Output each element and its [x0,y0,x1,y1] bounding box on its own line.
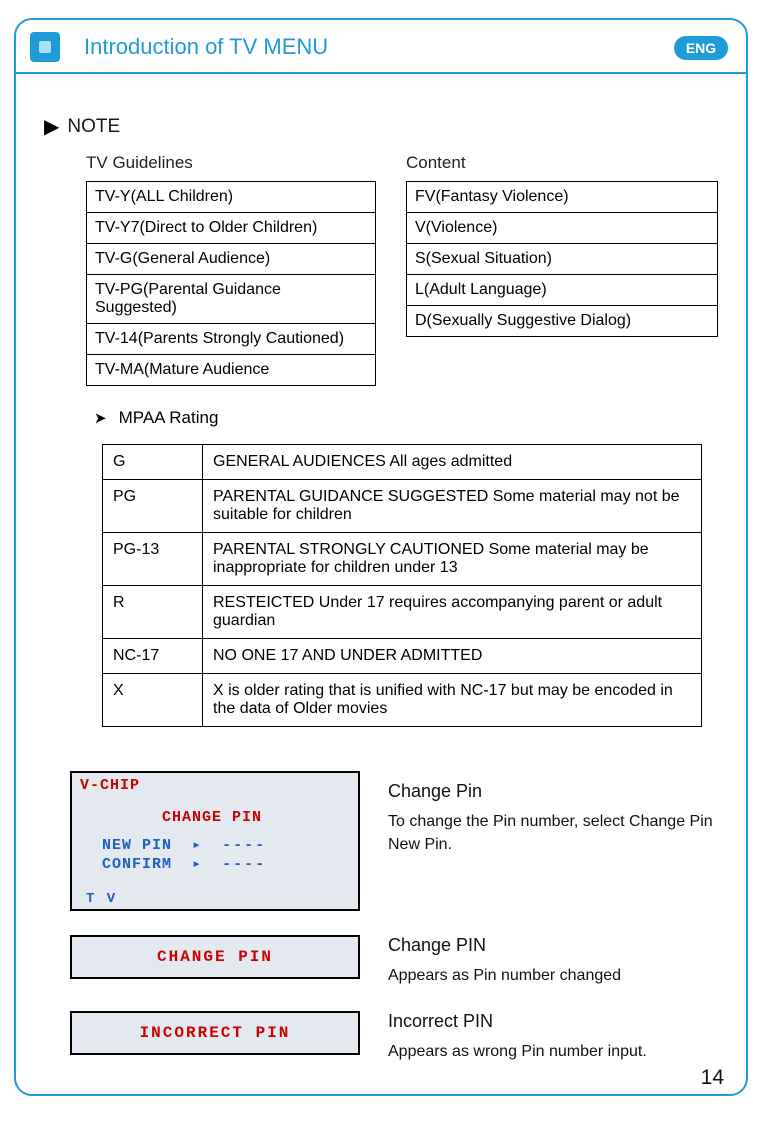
table-row: NC-17NO ONE 17 AND UNDER ADMITTED [103,639,702,674]
incorrect-pin-title: Incorrect PIN [388,1011,718,1032]
vchip-confirm-line: CONFIRM ▸ ---- [102,854,266,873]
confirm-label: CONFIRM [102,856,172,873]
rating-columns: TV Guidelines TV-Y(ALL Children) TV-Y7(D… [86,153,718,386]
dashes: ---- [222,856,266,873]
mpaa-table: GGENERAL AUDIENCES All ages admitted PGP… [102,444,702,727]
mpaa-code: X [103,674,203,727]
page-content: ▶ NOTE TV Guidelines TV-Y(ALL Children) … [16,74,746,1107]
tv-guidelines-column: TV Guidelines TV-Y(ALL Children) TV-Y7(D… [86,153,376,386]
change-pin-screen-label: CHANGE PIN [157,948,273,966]
table-cell: S(Sexual Situation) [407,244,718,275]
table-cell: FV(Fantasy Violence) [407,182,718,213]
change-pin-screen: CHANGE PIN [70,935,360,979]
vchip-title: V-CHIP [80,777,140,794]
page-title: Introduction of TV MENU [84,34,328,60]
table-cell: V(Violence) [407,213,718,244]
table-cell: TV-MA(Mature Audience [87,355,376,386]
table-row: PGPARENTAL GUIDANCE SUGGESTED Some mater… [103,480,702,533]
new-pin-label: NEW PIN [102,837,172,854]
table-row: XX is older rating that is unified with … [103,674,702,727]
mpaa-desc: X is older rating that is unified with N… [203,674,702,727]
content-heading: Content [406,153,718,173]
change-pin-confirm-title: Change PIN [388,935,718,956]
incorrect-pin-row: INCORRECT PIN Incorrect PIN Appears as w… [44,1011,718,1063]
change-pin-row: V-CHIP CHANGE PIN NEW PIN ▸ ---- CONFIRM… [44,771,718,911]
mpaa-desc: NO ONE 17 AND UNDER ADMITTED [203,639,702,674]
page-frame: Introduction of TV MENU ENG ▶ NOTE TV Gu… [14,18,748,1096]
mpaa-desc: PARENTAL STRONGLY CAUTIONED Some materia… [203,533,702,586]
mpaa-label: MPAA Rating [119,408,219,428]
vchip-lines: NEW PIN ▸ ---- CONFIRM ▸ ---- [102,835,266,873]
incorrect-pin-desc: Incorrect PIN Appears as wrong Pin numbe… [388,1011,718,1063]
content-table: FV(Fantasy Violence) V(Violence) S(Sexua… [406,181,718,337]
note-heading: ▶ NOTE [44,114,718,139]
table-row: PG-13PARENTAL STRONGLY CAUTIONED Some ma… [103,533,702,586]
vchip-footer: T V [86,891,117,907]
table-row: GGENERAL AUDIENCES All ages admitted [103,445,702,480]
incorrect-pin-screen: INCORRECT PIN [70,1011,360,1055]
mpaa-code: PG-13 [103,533,203,586]
incorrect-pin-screen-label: INCORRECT PIN [140,1024,291,1042]
mpaa-desc: GENERAL AUDIENCES All ages admitted [203,445,702,480]
header-square-icon [30,32,60,62]
page-header: Introduction of TV MENU ENG [16,20,746,74]
mpaa-heading: ➤ MPAA Rating [94,408,718,428]
change-pin-confirm-row: CHANGE PIN Change PIN Appears as Pin num… [44,935,718,987]
change-pin-confirm-desc: Change PIN Appears as Pin number changed [388,935,718,987]
table-row: RRESTEICTED Under 17 requires accompanyi… [103,586,702,639]
mpaa-code: R [103,586,203,639]
pointer-icon: ▸ [182,856,212,873]
mpaa-code: PG [103,480,203,533]
tv-guidelines-heading: TV Guidelines [86,153,376,173]
change-pin-title: Change Pin [388,781,718,802]
mpaa-code: G [103,445,203,480]
arrow-right-icon: ➤ [94,409,107,427]
triangle-right-icon: ▶ [44,114,59,139]
table-cell: TV-14(Parents Strongly Cautioned) [87,324,376,355]
change-pin-confirm-body: Appears as Pin number changed [388,964,718,987]
incorrect-pin-body: Appears as wrong Pin number input. [388,1040,718,1063]
table-cell: TV-Y(ALL Children) [87,182,376,213]
change-pin-body: To change the Pin number, select Change … [388,810,718,856]
table-cell: TV-G(General Audience) [87,244,376,275]
mpaa-code: NC-17 [103,639,203,674]
mpaa-desc: PARENTAL GUIDANCE SUGGESTED Some materia… [203,480,702,533]
mpaa-desc: RESTEICTED Under 17 requires accompanyin… [203,586,702,639]
language-badge: ENG [674,36,728,60]
content-column: Content FV(Fantasy Violence) V(Violence)… [406,153,718,386]
table-cell: TV-PG(Parental Guidance Suggested) [87,275,376,324]
vchip-subtitle: CHANGE PIN [162,809,262,826]
tv-guidelines-table: TV-Y(ALL Children) TV-Y7(Direct to Older… [86,181,376,386]
table-cell: L(Adult Language) [407,275,718,306]
vchip-new-pin-line: NEW PIN ▸ ---- [102,835,266,854]
table-cell: D(Sexually Suggestive Dialog) [407,306,718,337]
vchip-screen: V-CHIP CHANGE PIN NEW PIN ▸ ---- CONFIRM… [70,771,360,911]
dashes: ---- [222,837,266,854]
table-cell: TV-Y7(Direct to Older Children) [87,213,376,244]
pointer-icon: ▸ [182,837,212,854]
page-number: 14 [701,1066,724,1090]
change-pin-desc: Change Pin To change the Pin number, sel… [388,771,718,856]
note-label: NOTE [67,116,120,138]
